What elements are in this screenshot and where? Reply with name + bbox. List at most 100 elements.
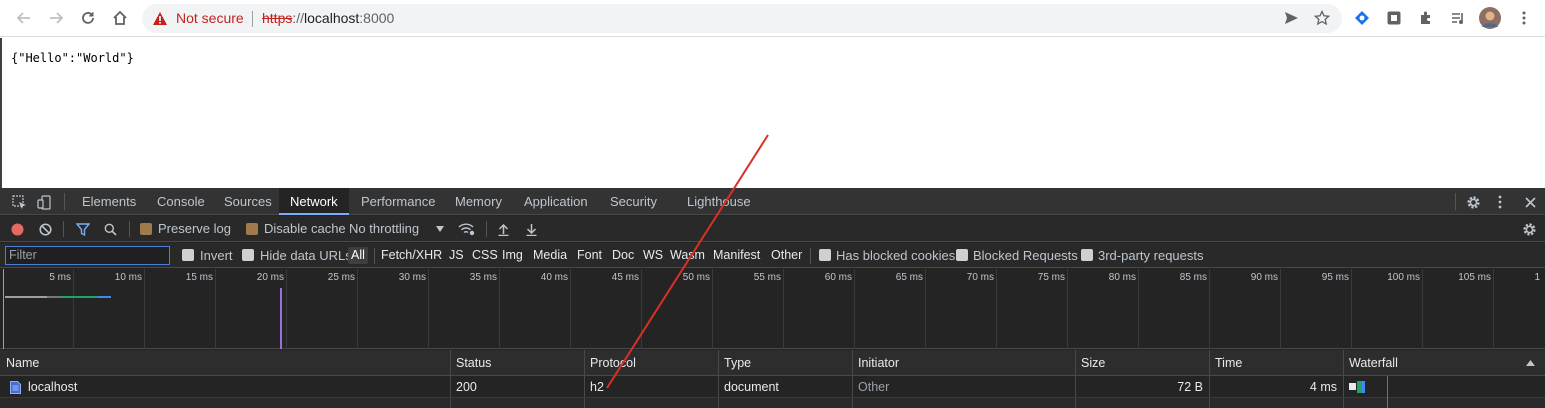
overview-tick: [570, 269, 571, 349]
filter-type-wasm[interactable]: Wasm: [667, 247, 708, 264]
filter-input[interactable]: Filter: [5, 246, 170, 265]
filter-type-css[interactable]: CSS: [469, 247, 501, 264]
overview-tick: [73, 269, 74, 349]
device-mode-icon: [36, 194, 51, 210]
puzzle-icon: [1421, 11, 1430, 24]
has-blocked-cookies-checkbox[interactable]: [819, 249, 831, 261]
column-header-status[interactable]: Status: [450, 350, 584, 375]
column-header-protocol[interactable]: Protocol: [584, 350, 718, 375]
overview-tick: [925, 269, 926, 349]
export-har-button[interactable]: [524, 222, 538, 236]
network-table-header: Name Status Protocol Type Initiator Size…: [0, 350, 1545, 376]
filter-type-other[interactable]: Other: [768, 247, 805, 264]
arrow-left-icon: [16, 12, 30, 24]
filter-type-font[interactable]: Font: [574, 247, 605, 264]
overview-tick-label: 55 ms: [753, 272, 781, 283]
column-header-initiator[interactable]: Initiator: [852, 350, 1075, 375]
blocked-requests-label: Blocked Requests: [973, 248, 1078, 263]
reload-button[interactable]: [76, 6, 100, 30]
disable-cache-checkbox[interactable]: [246, 223, 258, 235]
tab-elements[interactable]: Elements: [82, 188, 136, 215]
invert-checkbox[interactable]: [182, 249, 194, 261]
url-text: https://localhost:8000: [262, 10, 394, 26]
tab-console[interactable]: Console: [157, 188, 205, 215]
tab-security[interactable]: Security: [610, 188, 657, 215]
home-button[interactable]: [108, 6, 132, 30]
invert-label: Invert: [200, 248, 233, 263]
diamond-extension-icon: [1355, 11, 1369, 25]
filter-type-img[interactable]: Img: [499, 247, 526, 264]
inspect-element-button[interactable]: [10, 193, 28, 211]
column-header-time[interactable]: Time: [1209, 350, 1343, 375]
tab-memory[interactable]: Memory: [455, 188, 502, 215]
overview-tick-label: 1: [1534, 272, 1540, 283]
overview-tick: [215, 269, 216, 349]
filter-toggle-button[interactable]: [75, 222, 90, 236]
tab-lighthouse[interactable]: Lighthouse: [687, 188, 751, 215]
request-protocol: h2: [590, 380, 604, 394]
column-header-name[interactable]: Name: [0, 350, 450, 375]
hide-data-urls-checkbox[interactable]: [242, 249, 254, 261]
overview-tick: [3, 269, 4, 349]
record-button[interactable]: [10, 222, 24, 236]
waterfall-load-marker: [1387, 376, 1388, 398]
profile-button[interactable]: [1478, 6, 1502, 30]
security-label: Not secure: [176, 10, 244, 26]
device-toolbar-button[interactable]: [35, 193, 53, 211]
table-row[interactable]: localhost 200 h2 document Other 72 B 4 m…: [0, 376, 1545, 398]
column-header-waterfall[interactable]: Waterfall: [1343, 350, 1523, 375]
back-button[interactable]: [12, 6, 36, 30]
column-header-size[interactable]: Size: [1075, 350, 1209, 375]
tab-application[interactable]: Application: [524, 188, 588, 215]
box-extension-icon: [1387, 11, 1401, 25]
overview-tick-label: 5 ms: [49, 272, 71, 283]
filter-type-doc[interactable]: Doc: [609, 247, 637, 264]
media-controls-button[interactable]: [1446, 6, 1470, 30]
close-icon: [1524, 196, 1536, 208]
clear-button[interactable]: [38, 222, 52, 236]
third-party-checkbox[interactable]: [1081, 249, 1093, 261]
column-divider: [584, 398, 585, 408]
address-bar[interactable]: Not secure https://localhost:8000: [142, 4, 1342, 33]
filter-type-fetch-xhr[interactable]: Fetch/XHR: [378, 247, 445, 264]
devtools-menu-button[interactable]: [1493, 193, 1507, 211]
network-overview[interactable]: 5 ms 10 ms 15 ms 20 ms 25 ms 30 ms 35 ms…: [0, 269, 1545, 349]
warning-icon: [153, 12, 167, 25]
search-button[interactable]: [103, 222, 118, 236]
import-har-button[interactable]: [496, 222, 510, 236]
browser-menu-button[interactable]: [1512, 6, 1536, 30]
forward-button[interactable]: [44, 6, 68, 30]
funnel-icon: [75, 222, 90, 236]
extension-box-button[interactable]: [1382, 6, 1406, 30]
inspect-cursor-icon: [11, 194, 26, 209]
send-to-devices-button[interactable]: [1279, 6, 1303, 30]
sort-ascending-icon[interactable]: [1526, 360, 1535, 366]
extensions-button[interactable]: [1414, 6, 1438, 30]
blocked-requests-checkbox[interactable]: [956, 249, 968, 261]
request-status: 200: [456, 380, 477, 394]
filter-type-js[interactable]: JS: [446, 247, 467, 264]
filter-type-manifest[interactable]: Manifest: [710, 247, 763, 264]
filter-type-ws[interactable]: WS: [640, 247, 666, 264]
overview-tick-label: 25 ms: [327, 272, 355, 283]
filter-type-all[interactable]: All: [348, 247, 368, 264]
devtools-tab-bar: Elements Console Sources Network Perform…: [0, 188, 1545, 215]
devtools-close-button[interactable]: [1521, 193, 1539, 211]
bookmark-star-button[interactable]: [1310, 6, 1334, 30]
tab-sources[interactable]: Sources: [224, 188, 272, 215]
preserve-log-checkbox[interactable]: [140, 223, 152, 235]
overview-request-ttfb: [62, 296, 98, 298]
home-icon: [113, 10, 127, 25]
kebab-menu-icon: [1498, 195, 1502, 209]
filter-type-media[interactable]: Media: [530, 247, 570, 264]
network-settings-button[interactable]: [1520, 221, 1538, 237]
overview-tick: [783, 269, 784, 349]
network-conditions-button[interactable]: [457, 221, 475, 237]
tab-network[interactable]: Network: [279, 188, 349, 215]
devtools-settings-button[interactable]: [1464, 193, 1482, 211]
tab-performance[interactable]: Performance: [361, 188, 435, 215]
column-header-type[interactable]: Type: [718, 350, 852, 375]
reload-icon: [82, 12, 94, 24]
throttling-select[interactable]: No throttling: [349, 221, 419, 236]
extension-translate-button[interactable]: [1350, 6, 1374, 30]
